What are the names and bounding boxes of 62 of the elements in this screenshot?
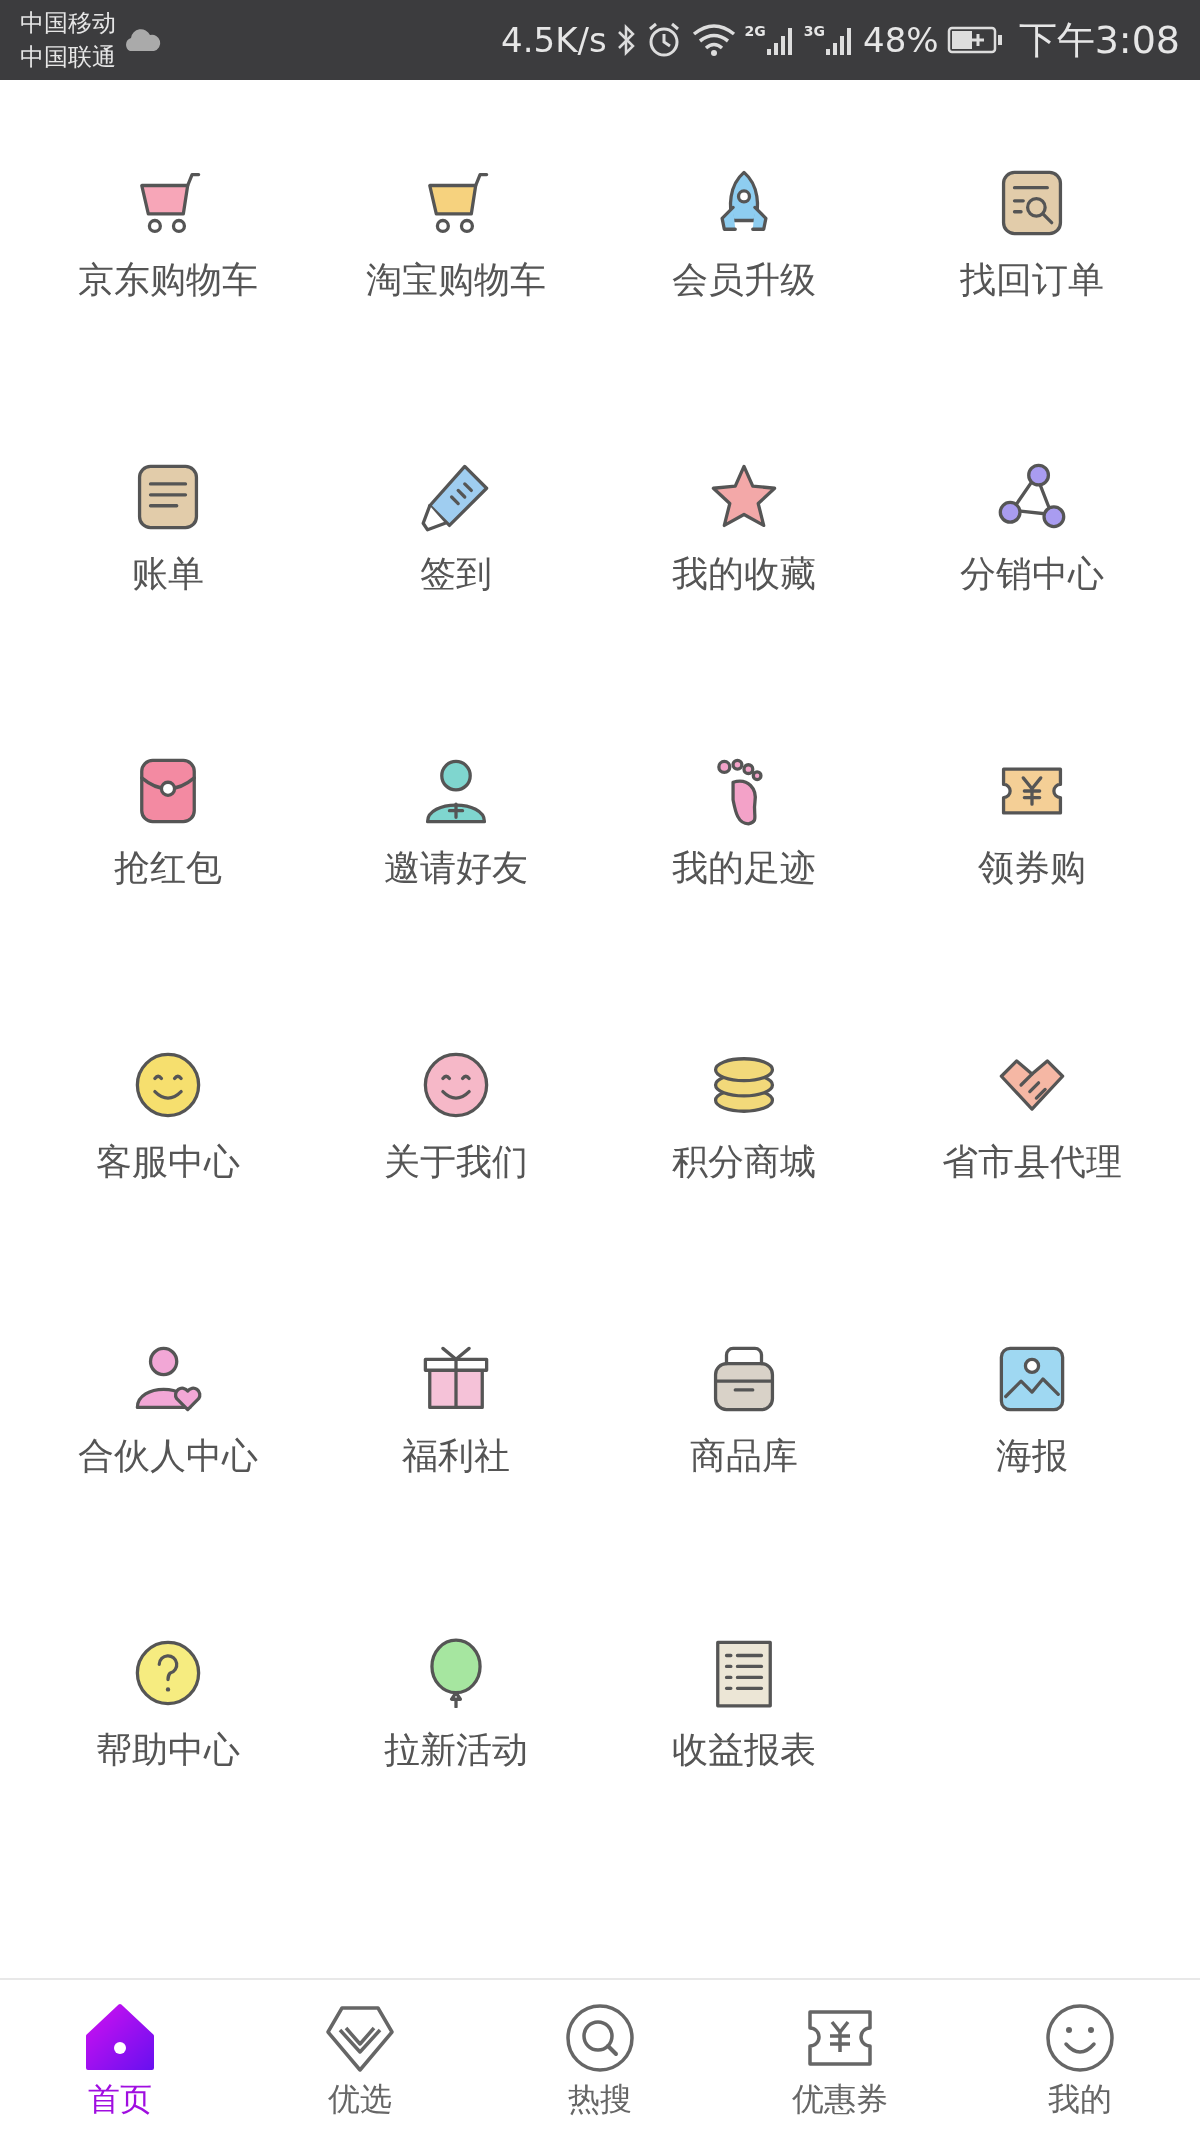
menu-label: 领券购	[978, 846, 1086, 890]
menu-item[interactable]: 合伙人中心	[24, 1344, 312, 1481]
menu-label: 邀请好友	[384, 846, 528, 890]
menu-item[interactable]: 福利社	[312, 1344, 600, 1481]
menu-item[interactable]: 分销中心	[888, 462, 1176, 599]
menu-label: 京东购物车	[78, 258, 258, 302]
network-type: 3G	[803, 23, 826, 39]
battery-percent: 48%	[863, 20, 939, 60]
menu-item[interactable]: 积分商城	[600, 1050, 888, 1187]
menu-label: 帮助中心	[96, 1728, 240, 1772]
tab-item[interactable]: 首页	[0, 1980, 240, 2142]
menu-item[interactable]: 关于我们	[312, 1050, 600, 1187]
menu-item[interactable]: 商品库	[600, 1344, 888, 1481]
menu-item[interactable]: 找回订单	[888, 168, 1176, 305]
menu-label: 分销中心	[960, 552, 1104, 596]
menu-item[interactable]: 淘宝购物车	[312, 168, 600, 305]
tab-item[interactable]: 我的	[960, 1980, 1200, 2142]
menu-item[interactable]: 客服中心	[24, 1050, 312, 1187]
menu-item[interactable]: 海报	[888, 1344, 1176, 1481]
search-icon	[564, 2002, 636, 2074]
tab-item[interactable]: 优惠券	[720, 1980, 960, 2142]
menu-item[interactable]: 帮助中心	[24, 1638, 312, 1775]
menu-label: 签到	[420, 552, 492, 596]
menu-item[interactable]: 签到	[312, 462, 600, 599]
menu-label: 福利社	[402, 1434, 510, 1478]
menu-label: 会员升级	[672, 258, 816, 302]
menu-label: 拉新活动	[384, 1728, 528, 1772]
menu-label: 省市县代理	[942, 1140, 1122, 1184]
menu-label: 积分商城	[672, 1140, 816, 1184]
menu-label: 收益报表	[672, 1728, 816, 1772]
smiley-icon	[1044, 2002, 1116, 2074]
menu-item[interactable]: 账单	[24, 462, 312, 599]
menu-label: 淘宝购物车	[366, 258, 546, 302]
menu-item[interactable]: 省市县代理	[888, 1050, 1176, 1187]
menu-item[interactable]: 邀请好友	[312, 756, 600, 893]
menu-label: 关于我们	[384, 1140, 528, 1184]
menu-item[interactable]: 我的足迹	[600, 756, 888, 893]
menu-item[interactable]: 收益报表	[600, 1638, 888, 1775]
menu-item[interactable]: 抢红包	[24, 756, 312, 893]
carrier-name: 中国移动	[20, 8, 116, 39]
tab-item[interactable]: 优选	[240, 1980, 480, 2142]
menu-item[interactable]: 拉新活动	[312, 1638, 600, 1775]
menu-label: 我的收藏	[672, 552, 816, 596]
tab-item[interactable]: 热搜	[480, 1980, 720, 2142]
wifi-icon	[690, 22, 737, 58]
menu-label: 抢红包	[114, 846, 222, 890]
menu-label: 商品库	[690, 1434, 798, 1478]
menu-label: 客服中心	[96, 1140, 240, 1184]
network-speed: 4.5K/s	[501, 20, 607, 60]
carrier-name: 中国联通	[20, 42, 116, 73]
menu-label: 账单	[132, 552, 204, 596]
battery-icon	[946, 25, 1005, 55]
menu-label: 合伙人中心	[78, 1434, 258, 1478]
menu-label: 我的足迹	[672, 846, 816, 890]
network-type: 2G	[744, 23, 766, 39]
menu-label: 找回订单	[960, 258, 1104, 302]
menu-item[interactable]: 领券购	[888, 756, 1176, 893]
clock-time: 下午3:08	[1018, 16, 1180, 64]
menu-item[interactable]: 会员升级	[600, 168, 888, 305]
menu-label: 海报	[996, 1434, 1068, 1478]
menu-item[interactable]: 京东购物车	[24, 168, 312, 305]
menu-item[interactable]: 我的收藏	[600, 462, 888, 599]
